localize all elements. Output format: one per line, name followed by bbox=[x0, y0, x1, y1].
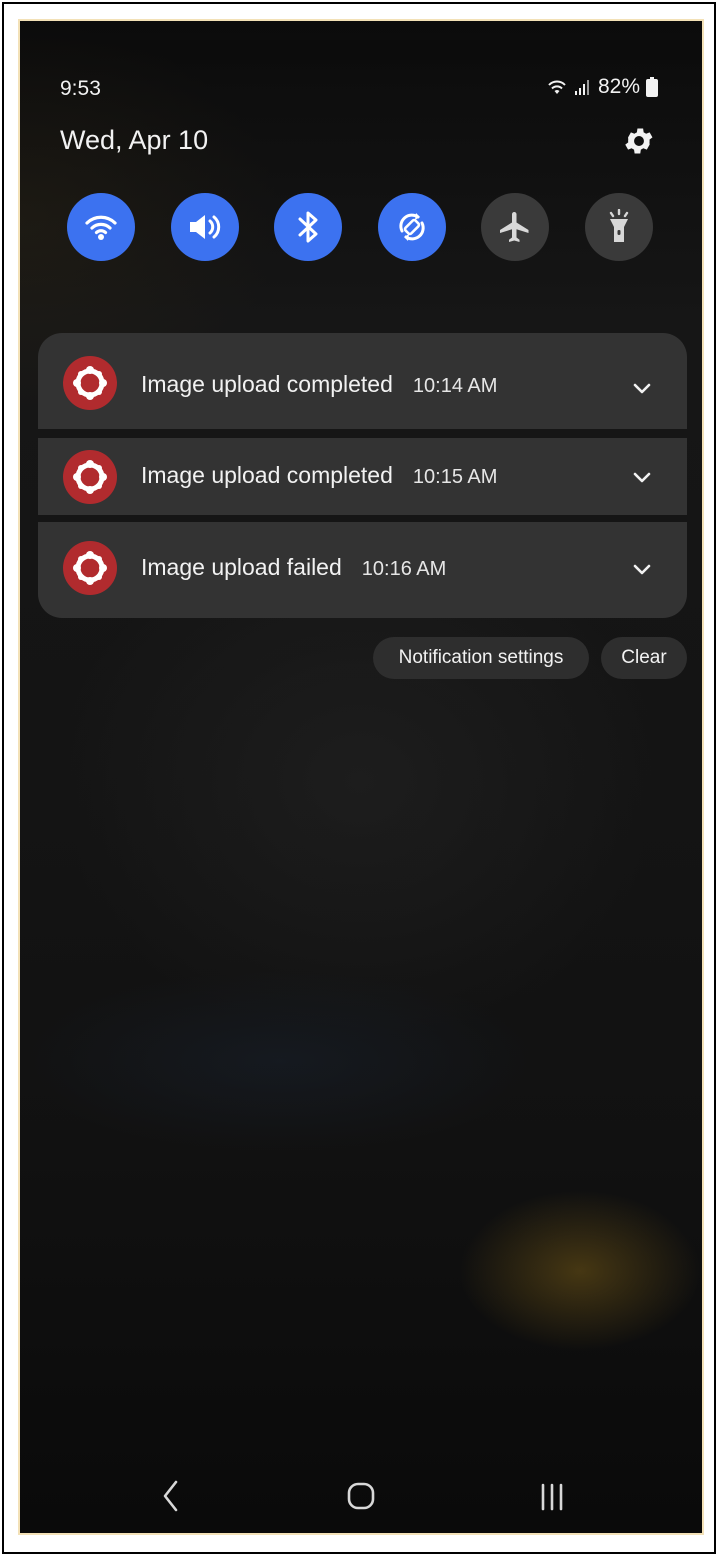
clear-button[interactable]: Clear bbox=[601, 637, 687, 679]
gear-icon[interactable] bbox=[622, 124, 656, 158]
notification-time: 10:16 AM bbox=[361, 558, 447, 580]
airplane-mode-toggle[interactable] bbox=[481, 193, 549, 261]
bluetooth-toggle[interactable] bbox=[274, 193, 342, 261]
notification-item[interactable]: Image upload failed 10:16 AM bbox=[38, 522, 687, 618]
sound-toggle[interactable] bbox=[171, 193, 239, 261]
flashlight-toggle[interactable] bbox=[585, 193, 653, 261]
signal-icon bbox=[574, 80, 589, 95]
status-time: 9:53 bbox=[60, 77, 101, 100]
bluetooth-icon bbox=[298, 211, 318, 243]
back-icon[interactable] bbox=[160, 1479, 182, 1513]
notification-time: 10:15 AM bbox=[412, 466, 498, 488]
wifi-icon bbox=[548, 80, 566, 94]
notification-title: Image upload completed 10:14 AM bbox=[141, 371, 497, 398]
notification-title: Image upload completed 10:15 AM bbox=[141, 462, 497, 489]
battery-percent: 82% bbox=[597, 75, 640, 98]
chevron-down-icon[interactable] bbox=[631, 559, 653, 581]
notification-item[interactable]: Image upload completed 10:15 AM bbox=[38, 438, 687, 515]
notification-time: 10:14 AM bbox=[412, 375, 498, 397]
notification-title: Image upload failed 10:16 AM bbox=[141, 554, 446, 581]
auto-rotate-toggle[interactable] bbox=[378, 193, 446, 261]
flashlight-icon bbox=[609, 209, 629, 242]
notification-list: Image upload completed 10:14 AM Image upl… bbox=[38, 333, 687, 618]
notification-shade: 9:53 82% Wed, Apr 10 Image upload comple… bbox=[18, 19, 704, 1535]
wifi-icon bbox=[85, 215, 117, 240]
home-icon[interactable] bbox=[347, 1481, 377, 1511]
chevron-down-icon[interactable] bbox=[631, 467, 653, 489]
volume-icon bbox=[190, 215, 221, 239]
date-label: Wed, Apr 10 bbox=[60, 125, 209, 155]
wifi-toggle[interactable] bbox=[67, 193, 135, 261]
notification-title-text: Image upload completed bbox=[141, 371, 393, 397]
status-icons: 82% bbox=[546, 75, 658, 99]
chevron-down-icon[interactable] bbox=[631, 378, 653, 400]
notification-settings-button[interactable]: Notification settings bbox=[373, 637, 589, 679]
app-icon bbox=[63, 450, 117, 504]
app-icon bbox=[63, 356, 117, 410]
battery-icon bbox=[646, 77, 658, 97]
notification-title-text: Image upload failed bbox=[141, 554, 342, 580]
app-icon bbox=[63, 541, 117, 595]
recents-icon[interactable] bbox=[538, 1483, 568, 1511]
quick-settings bbox=[67, 193, 657, 261]
notification-title-text: Image upload completed bbox=[141, 462, 393, 488]
airplane-icon bbox=[500, 212, 529, 242]
notification-item[interactable]: Image upload completed 10:14 AM bbox=[38, 333, 687, 429]
rotate-icon bbox=[399, 213, 425, 241]
